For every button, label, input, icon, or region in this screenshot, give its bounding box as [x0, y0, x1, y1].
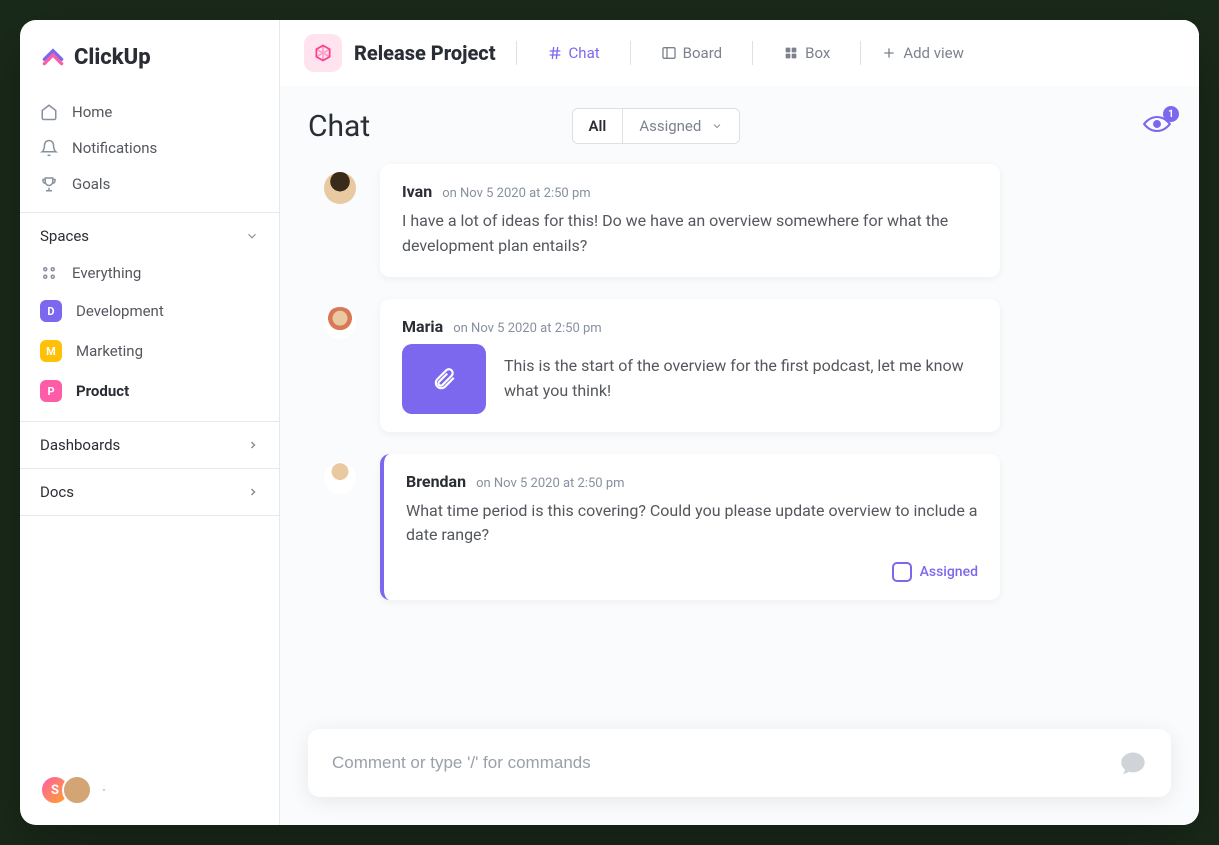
- composer-input[interactable]: [332, 753, 1119, 773]
- message-time: on Nov 5 2020 at 2:50 pm: [442, 186, 590, 201]
- message-card[interactable]: Ivan on Nov 5 2020 at 2:50 pm I have a l…: [380, 164, 1000, 277]
- space-badge: M: [40, 340, 62, 362]
- box-icon: [783, 45, 799, 61]
- primary-nav: Home Notifications Goals: [20, 90, 279, 212]
- space-development[interactable]: D Development: [20, 291, 279, 331]
- chevron-right-icon: [247, 486, 259, 498]
- tab-label: Chat: [569, 44, 600, 62]
- spaces-toggle[interactable]: Spaces: [20, 213, 279, 255]
- composer: [308, 729, 1171, 797]
- divider: [20, 515, 279, 516]
- avatar-stack: S: [40, 775, 92, 805]
- space-badge: P: [40, 380, 62, 402]
- grid-icon: [40, 264, 58, 282]
- add-view-label: Add view: [903, 44, 964, 62]
- plus-icon: [881, 45, 897, 61]
- nav-home[interactable]: Home: [20, 94, 279, 130]
- message-time: on Nov 5 2020 at 2:50 pm: [476, 476, 624, 491]
- topbar: Release Project Chat Board Box Add view: [280, 20, 1199, 86]
- divider: [752, 41, 753, 65]
- space-product[interactable]: P Product: [20, 371, 279, 411]
- chevron-down-icon: [711, 120, 723, 132]
- bell-icon: [40, 139, 58, 157]
- space-badge: D: [40, 300, 62, 322]
- view-tab-box[interactable]: Box: [773, 38, 840, 68]
- filter-all[interactable]: All: [573, 109, 624, 143]
- add-view-button[interactable]: Add view: [881, 44, 964, 62]
- filter-label: Assigned: [639, 117, 701, 135]
- app-logo[interactable]: ClickUp: [20, 20, 279, 90]
- view-tab-board[interactable]: Board: [651, 38, 732, 68]
- space-label: Product: [76, 382, 129, 400]
- message: Ivan on Nov 5 2020 at 2:50 pm I have a l…: [380, 164, 1171, 277]
- assigned-toggle[interactable]: Assigned: [406, 562, 978, 582]
- chevron-right-icon: [247, 439, 259, 451]
- space-label: Development: [76, 302, 164, 320]
- app-window: ClickUp Home Notifications Goals Spaces …: [20, 20, 1199, 825]
- assigned-label: Assigned: [920, 564, 978, 580]
- filter-pills: All Assigned: [572, 108, 741, 144]
- chat-bubble-icon[interactable]: [1119, 749, 1147, 777]
- filter-assigned[interactable]: Assigned: [623, 109, 739, 143]
- nav-docs[interactable]: Docs: [20, 469, 279, 515]
- nav-label: Dashboards: [40, 436, 120, 454]
- avatar: [324, 307, 356, 339]
- space-label: Everything: [72, 264, 141, 282]
- project-title: Release Project: [354, 41, 496, 65]
- watchers-button[interactable]: 1: [1143, 114, 1171, 138]
- message: Maria on Nov 5 2020 at 2:50 pm This is t…: [380, 299, 1171, 432]
- avatar: [324, 172, 356, 204]
- message-body: This is the start of the overview for th…: [504, 354, 978, 404]
- space-marketing[interactable]: M Marketing: [20, 331, 279, 371]
- divider: [860, 41, 861, 65]
- chat-header: Chat All Assigned 1: [280, 86, 1199, 154]
- checkbox-icon: [892, 562, 912, 582]
- message-time: on Nov 5 2020 at 2:50 pm: [453, 321, 601, 336]
- space-everything[interactable]: Everything: [20, 255, 279, 291]
- divider: [630, 41, 631, 65]
- chevron-down-icon: [245, 229, 259, 243]
- user-menu[interactable]: S: [20, 755, 279, 825]
- nav-label: Notifications: [72, 139, 157, 157]
- chat-title: Chat: [308, 109, 370, 144]
- chevron-down-icon: [100, 786, 108, 794]
- message-body: I have a lot of ideas for this! Do we ha…: [402, 209, 978, 259]
- space-label: Marketing: [76, 342, 143, 360]
- attachment[interactable]: [402, 344, 486, 414]
- sidebar: ClickUp Home Notifications Goals Spaces …: [20, 20, 280, 825]
- message-author: Ivan: [402, 182, 432, 201]
- message-card[interactable]: Maria on Nov 5 2020 at 2:50 pm This is t…: [380, 299, 1000, 432]
- message-author: Maria: [402, 317, 443, 336]
- nav-label: Goals: [72, 175, 110, 193]
- paperclip-icon: [431, 366, 457, 392]
- message-list: Ivan on Nov 5 2020 at 2:50 pm I have a l…: [280, 154, 1199, 719]
- logo-text: ClickUp: [74, 45, 151, 70]
- board-icon: [661, 45, 677, 61]
- tab-label: Board: [683, 44, 722, 62]
- watchers-count: 1: [1163, 106, 1179, 122]
- avatar: [324, 462, 356, 494]
- message-card[interactable]: Brendan on Nov 5 2020 at 2:50 pm What ti…: [380, 454, 1000, 601]
- logo-icon: [40, 42, 66, 72]
- project-icon: [304, 34, 342, 72]
- message: Brendan on Nov 5 2020 at 2:50 pm What ti…: [380, 454, 1171, 601]
- nav-label: Home: [72, 103, 112, 121]
- view-tab-chat[interactable]: Chat: [537, 38, 610, 68]
- spaces-label: Spaces: [40, 227, 89, 245]
- hash-icon: [547, 45, 563, 61]
- main-content: Release Project Chat Board Box Add view: [280, 20, 1199, 825]
- avatar: [62, 775, 92, 805]
- nav-label: Docs: [40, 483, 74, 501]
- nav-notifications[interactable]: Notifications: [20, 130, 279, 166]
- home-icon: [40, 103, 58, 121]
- nav-goals[interactable]: Goals: [20, 166, 279, 202]
- nav-dashboards[interactable]: Dashboards: [20, 422, 279, 468]
- trophy-icon: [40, 175, 58, 193]
- divider: [516, 41, 517, 65]
- tab-label: Box: [805, 44, 830, 62]
- message-author: Brendan: [406, 472, 466, 491]
- message-body: What time period is this covering? Could…: [406, 499, 978, 549]
